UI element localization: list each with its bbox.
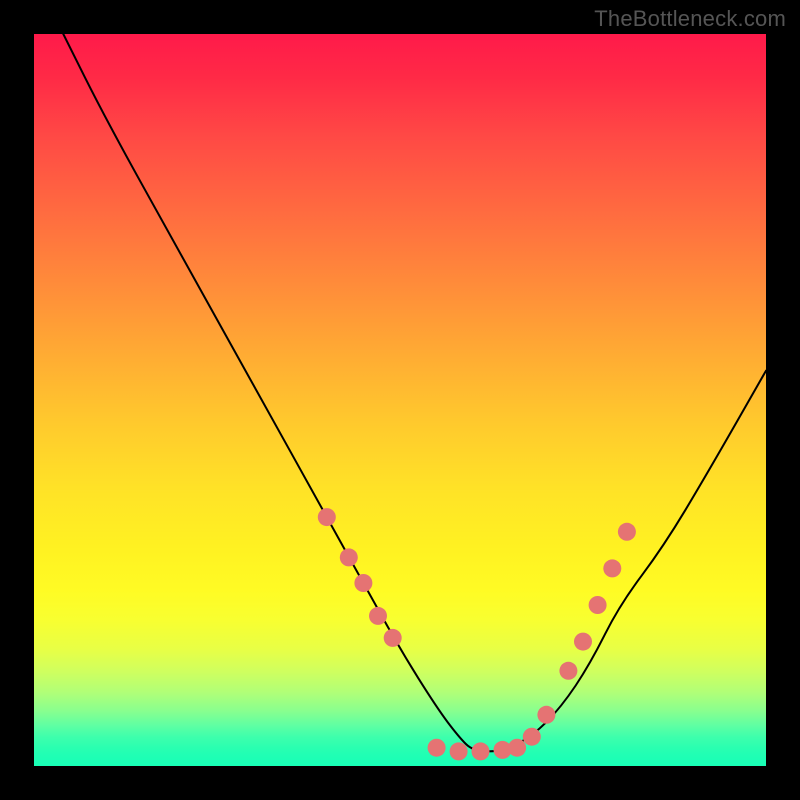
marker-dot <box>589 596 607 614</box>
marker-dot <box>559 662 577 680</box>
attribution-text: TheBottleneck.com <box>594 6 786 32</box>
marker-dot <box>508 739 526 757</box>
chart-svg <box>34 34 766 766</box>
marker-dot <box>428 739 446 757</box>
marker-dot <box>618 523 636 541</box>
marker-dot <box>354 574 372 592</box>
highlight-dots <box>318 508 636 760</box>
marker-dot <box>318 508 336 526</box>
marker-dot <box>384 629 402 647</box>
marker-dot <box>450 742 468 760</box>
marker-dot <box>369 607 387 625</box>
bottleneck-curve <box>63 34 766 751</box>
plot-area <box>34 34 766 766</box>
marker-dot <box>603 559 621 577</box>
marker-dot <box>523 728 541 746</box>
marker-dot <box>537 706 555 724</box>
marker-dot <box>574 633 592 651</box>
marker-dot <box>472 742 490 760</box>
marker-dot <box>340 548 358 566</box>
